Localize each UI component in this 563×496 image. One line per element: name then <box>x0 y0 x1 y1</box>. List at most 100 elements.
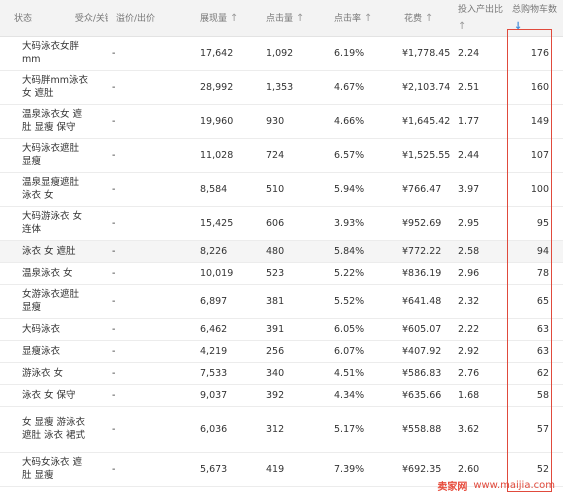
purchases-cell: 63 <box>536 345 549 357</box>
impressions-cell: 15,425 <box>200 217 234 229</box>
impressions-cell: 9,037 <box>200 389 228 401</box>
impressions-cell: 28,992 <box>200 81 234 93</box>
cost-cell: ¥407.92 <box>402 345 442 357</box>
bid-cell: - <box>112 47 116 59</box>
table-header-row: 状态 受众/关键词 溢价/出价 展现量↑ 点击量↑ 点击率↑ 花费↑ 投入产出比… <box>0 0 563 36</box>
ctr-cell: 6.07% <box>334 345 365 357</box>
roi-cell: 3.97 <box>458 183 480 195</box>
cost-cell: ¥641.48 <box>402 295 442 307</box>
impressions-cell: 19,960 <box>200 115 234 127</box>
cost-cell: ¥772.22 <box>402 245 442 257</box>
bid-cell: - <box>112 367 116 379</box>
purchases-cell: 95 <box>536 217 549 229</box>
sort-arrow-icon: ↑ <box>230 13 239 25</box>
bid-cell: - <box>112 267 116 279</box>
sort-arrow-icon: ↑ <box>296 13 305 25</box>
table-row[interactable]: 泳衣 女 保守 - 9,037 392 4.34% ¥635.66 1.68 58 <box>0 384 563 406</box>
roi-cell: 2.24 <box>458 47 480 59</box>
keyword-cell: 温泉显瘦遮肚 泳衣 女 <box>22 177 80 201</box>
cost-cell: ¥635.66 <box>402 389 442 401</box>
watermark-url: www.maijia.com <box>473 479 555 491</box>
keyword-cell: 温泉泳衣 女 <box>22 267 73 279</box>
ctr-cell: 4.51% <box>334 367 365 379</box>
cost-cell: ¥1,525.55 <box>402 149 451 161</box>
keyword-cell: 女游泳衣遮肚 显瘦 <box>22 289 80 313</box>
bid-cell: - <box>112 323 116 335</box>
watermark-logo: 卖家网 <box>437 481 468 493</box>
roi-cell: 2.92 <box>458 345 480 357</box>
roi-cell: 3.62 <box>458 423 480 435</box>
table-row[interactable]: 温泉泳衣女 遮肚 显瘦 保守 - 19,960 930 4.66% ¥1,645.42 1.… <box>0 104 563 138</box>
table-row[interactable]: 女 显瘦 游泳衣 遮肚 泳衣 裙式 - 6,036 312 5.17% ¥558.88 3.… <box>0 406 563 452</box>
spacer-cell <box>156 362 190 384</box>
table-row[interactable]: 大码胖mm泳衣 女 遮肚 - 28,992 1,353 4.67% ¥2,103.74 2.… <box>0 70 563 104</box>
sort-arrow-icon: ↑ <box>458 21 467 32</box>
table-row[interactable]: 泳衣 女 遮肚 - 8,226 480 5.84% ¥772.22 2.58 94 <box>0 240 563 262</box>
roi-cell: 2.58 <box>458 245 480 257</box>
impressions-cell: 8,226 <box>200 245 228 257</box>
roi-cell: 2.32 <box>458 295 480 307</box>
ctr-cell: 5.17% <box>334 423 365 435</box>
col-impressions-sort[interactable]: 展现量 ↑ <box>190 0 256 36</box>
watermark: 卖家网 www.maijia.com <box>393 474 563 496</box>
col-purchases-sort[interactable]: 总购物车数 ↓ <box>512 0 563 36</box>
impressions-cell: 8,584 <box>200 183 228 195</box>
col-clicks-sort[interactable]: 点击量 ↑ <box>256 0 324 36</box>
col-ctr-sort[interactable]: 点击率 ↑ <box>324 0 390 36</box>
table-row[interactable]: 游泳衣 女 - 7,533 340 4.51% ¥586.83 2.76 62 <box>0 362 563 384</box>
spacer-cell <box>156 452 190 486</box>
col-roi-sort[interactable]: 投入产出比 ↑ <box>454 0 512 36</box>
spacer-cell <box>156 340 190 362</box>
table-row[interactable]: 大码泳衣遮肚 显瘦 - 11,028 724 6.57% ¥1,525.55 2.44 107 <box>0 138 563 172</box>
ctr-cell: 4.34% <box>334 389 365 401</box>
bid-cell: - <box>112 81 116 93</box>
impressions-cell: 10,019 <box>200 267 234 279</box>
col-cost-sort[interactable]: 花费 ↑ <box>390 0 454 36</box>
table-row[interactable]: 大码泳衣 - 6,462 391 6.05% ¥605.07 2.22 63 <box>0 318 563 340</box>
table-row[interactable]: 大码泳衣女胖mm - 17,642 1,092 6.19% ¥1,778.45 2.24 17… <box>0 36 563 70</box>
cost-cell: ¥952.69 <box>402 217 442 229</box>
col-status: 状态 受众/关键词 <box>0 0 108 36</box>
bid-cell: - <box>112 463 116 475</box>
clicks-cell: 312 <box>266 423 285 435</box>
impressions-cell: 6,897 <box>200 295 228 307</box>
purchases-cell: 149 <box>530 115 549 127</box>
bid-cell: - <box>112 245 116 257</box>
spacer-cell <box>156 104 190 138</box>
purchases-cell: 57 <box>536 423 549 435</box>
keyword-cell: 女 显瘦 游泳衣 遮肚 泳衣 裙式 <box>22 417 86 441</box>
purchases-cell: 107 <box>530 149 549 161</box>
purchases-cell: 78 <box>536 267 549 279</box>
spacer-cell <box>156 384 190 406</box>
table-row[interactable]: 显瘦泳衣 - 4,219 256 6.07% ¥407.92 2.92 63 <box>0 340 563 362</box>
clicks-cell: 391 <box>266 323 285 335</box>
table-row[interactable]: 大码游泳衣 女 连体 - 15,425 606 3.93% ¥952.69 2.95 95 <box>0 206 563 240</box>
clicks-cell: 419 <box>266 463 285 475</box>
bid-cell: - <box>112 345 116 357</box>
clicks-cell: 392 <box>266 389 285 401</box>
table-row[interactable]: 温泉泳衣 女 - 10,019 523 5.22% ¥836.19 2.96 78 <box>0 262 563 284</box>
keyword-cell: 泳衣 女 保守 <box>22 389 76 401</box>
cost-cell: ¥836.19 <box>402 267 442 279</box>
purchases-cell: 176 <box>530 47 549 59</box>
clicks-cell: 510 <box>266 183 285 195</box>
purchases-cell: 160 <box>530 81 549 93</box>
clicks-cell: 1,353 <box>266 81 294 93</box>
table-row[interactable]: 温泉显瘦遮肚 泳衣 女 - 8,584 510 5.94% ¥766.47 3.97 100 <box>0 172 563 206</box>
keyword-cell: 泳衣 女 遮肚 <box>22 245 76 257</box>
roi-cell: 2.76 <box>458 367 480 379</box>
roi-cell: 2.51 <box>458 81 480 93</box>
bid-cell: - <box>112 149 116 161</box>
clicks-cell: 256 <box>266 345 285 357</box>
spacer-cell <box>156 206 190 240</box>
keyword-cell: 大码泳衣遮肚 显瘦 <box>22 143 80 167</box>
roi-cell: 2.96 <box>458 267 480 279</box>
sort-arrow-icon: ↑ <box>364 13 373 25</box>
keyword-cell: 显瘦泳衣 <box>22 345 61 357</box>
roi-cell: 1.68 <box>458 389 480 401</box>
roi-cell: 2.95 <box>458 217 480 229</box>
purchases-cell: 94 <box>536 245 549 257</box>
bid-cell: - <box>112 183 116 195</box>
table-row[interactable]: 女游泳衣遮肚 显瘦 - 6,897 381 5.52% ¥641.48 2.32 65 <box>0 284 563 318</box>
clicks-cell: 1,092 <box>266 47 294 59</box>
